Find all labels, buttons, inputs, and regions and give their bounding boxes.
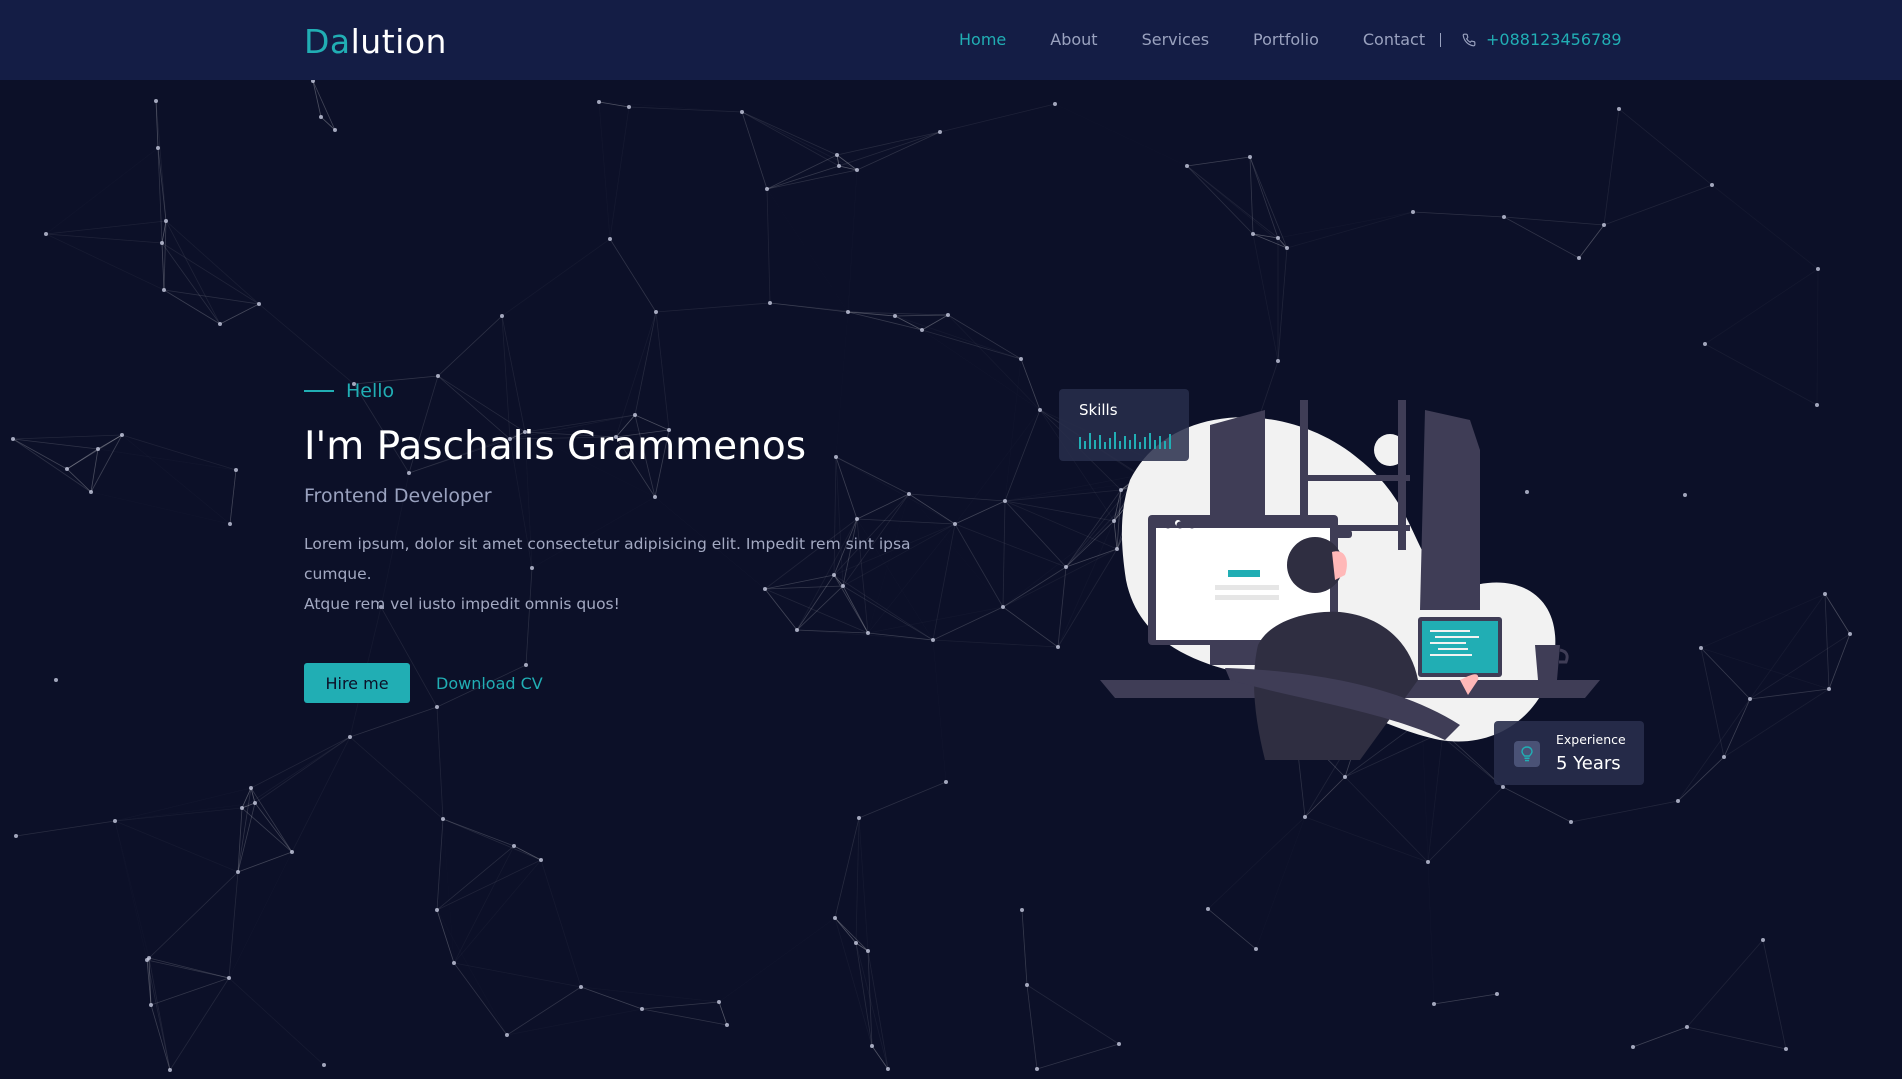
nav-contact[interactable]: Contact [1363,30,1425,49]
nav-home[interactable]: Home [959,30,1006,49]
nav-divider [1440,33,1441,47]
hire-me-button[interactable]: Hire me [304,663,410,703]
description-line-2: Atque rem vel iusto impedit omnis quos! [304,595,620,613]
phone-icon [1462,33,1476,46]
lightbulb-icon [1514,741,1540,767]
nav-about[interactable]: About [1050,30,1097,49]
hero-section: Hello I'm Paschalis Grammenos Frontend D… [304,380,944,703]
skills-card: Skills [1059,389,1189,461]
skills-label: Skills [1079,401,1118,419]
hero-description: Lorem ipsum, dolor sit amet consectetur … [304,529,944,619]
experience-label: Experience [1556,732,1626,747]
greeting-row: Hello [304,380,944,402]
skills-bars-icon [1079,432,1171,449]
experience-value: 5 Years [1556,753,1621,774]
greeting-text: Hello [346,380,395,402]
phone-link[interactable]: +088123456789 [1462,30,1622,49]
nav-services[interactable]: Services [1142,30,1209,49]
description-line-1: Lorem ipsum, dolor sit amet consectetur … [304,535,911,583]
nav-portfolio[interactable]: Portfolio [1253,30,1319,49]
nav-menu: Home About Services Portfolio Contact [959,30,1469,49]
hero-role: Frontend Developer [304,485,492,507]
hero-buttons: Hire me Download CV [304,663,944,703]
logo-text: lution [350,22,447,61]
logo-accent: Da [304,22,351,61]
experience-card: Experience 5 Years [1494,721,1644,785]
top-navbar: Dalution Home About Services Portfolio C… [0,0,1902,80]
phone-number: +088123456789 [1486,30,1622,49]
greeting-line [304,390,334,392]
logo[interactable]: Dalution [304,22,447,61]
hero-name: I'm Paschalis Grammenos [304,424,807,469]
download-cv-link[interactable]: Download CV [436,674,543,693]
